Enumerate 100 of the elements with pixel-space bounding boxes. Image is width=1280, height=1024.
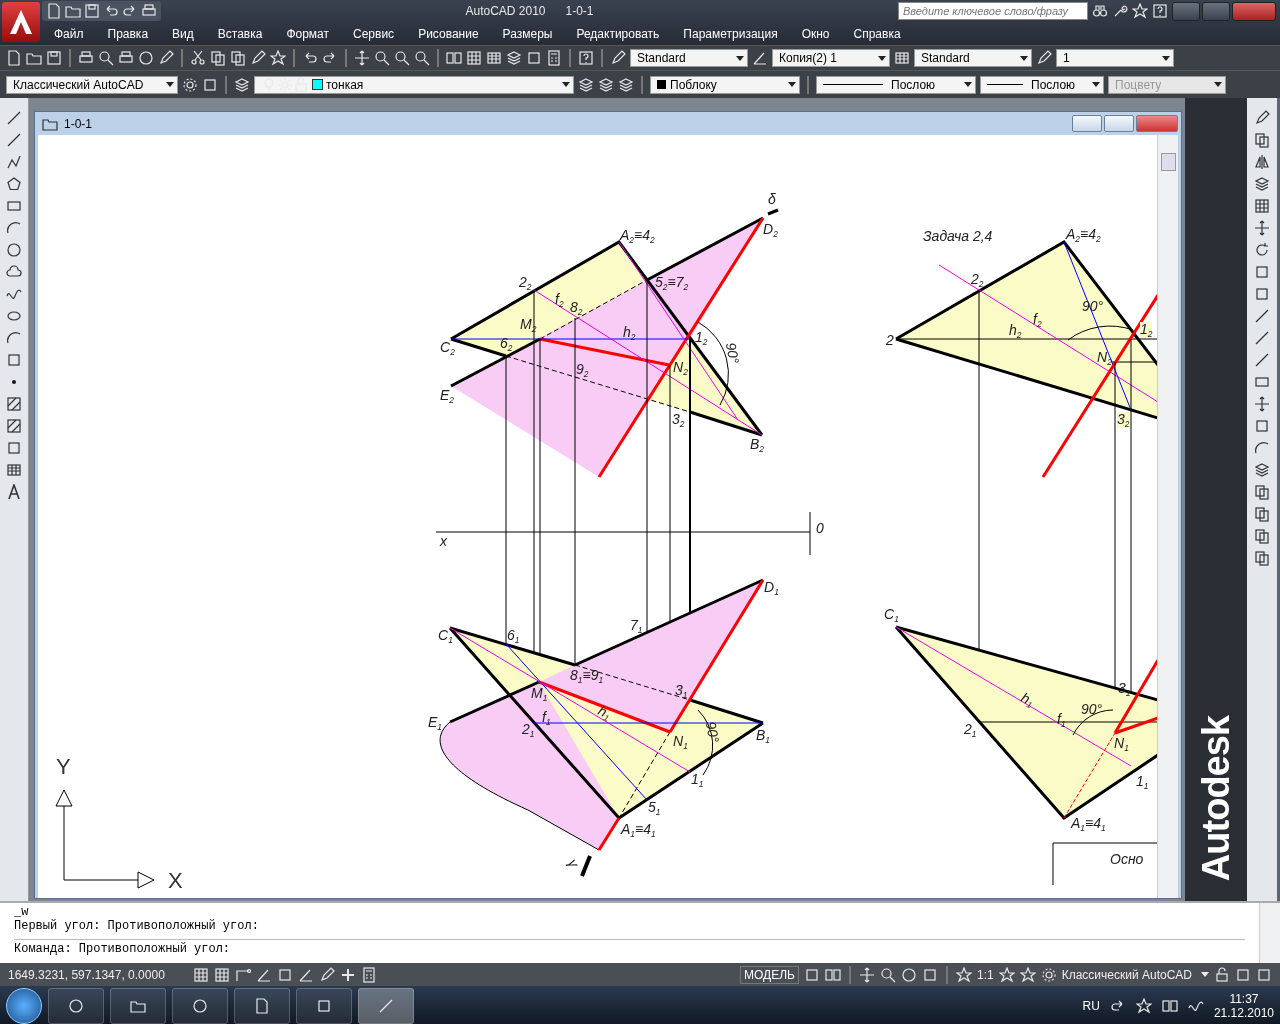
taskbar-button[interactable] [358, 987, 414, 1024]
help-icon[interactable] [578, 50, 594, 66]
zoom-icon[interactable] [880, 966, 896, 983]
layer-match-icon[interactable] [618, 76, 634, 93]
search-field[interactable]: Введите ключевое слово/фразу [898, 2, 1088, 20]
layers-icon[interactable] [1254, 176, 1270, 192]
sun-icon[interactable] [277, 76, 293, 93]
paste-icon[interactable] [230, 50, 246, 66]
menu-item[interactable]: Формат [274, 26, 342, 41]
square-icon[interactable] [6, 352, 22, 368]
zoom-window-icon[interactable] [394, 50, 410, 66]
rect-icon[interactable] [6, 198, 22, 214]
rotate-icon[interactable] [1254, 242, 1270, 258]
zoom-previous-icon[interactable] [414, 50, 430, 66]
gear-icon[interactable] [182, 76, 198, 93]
menu-item[interactable]: Параметризация [671, 26, 790, 41]
multileader-scale-combo[interactable]: 1 [1056, 49, 1174, 67]
edit-icon[interactable] [158, 50, 174, 66]
lineweight-combo[interactable]: Послою [980, 75, 1104, 94]
line-icon[interactable] [1254, 352, 1270, 368]
line-icon[interactable] [6, 110, 22, 126]
arc-icon[interactable] [1254, 440, 1270, 456]
pan-icon[interactable] [354, 50, 370, 66]
hatch-icon[interactable] [6, 396, 22, 412]
ortho-icon[interactable] [235, 966, 251, 983]
layer-combo[interactable]: тонкая [254, 75, 574, 94]
folder-icon[interactable] [26, 50, 42, 66]
layers-icon[interactable] [1254, 462, 1270, 478]
preview-icon[interactable] [98, 50, 114, 66]
table-icon[interactable] [6, 462, 22, 478]
menu-item[interactable]: Окно [789, 26, 842, 41]
clock[interactable]: 11:37 21.12.2010 [1213, 991, 1274, 1020]
minimize-button[interactable] [1072, 115, 1102, 132]
square-icon[interactable] [1254, 286, 1270, 302]
plot-icon[interactable] [118, 50, 134, 66]
table-style-combo[interactable]: Standard [914, 49, 1032, 67]
taskbar-button[interactable] [172, 987, 228, 1024]
grid-icon[interactable] [1254, 198, 1270, 214]
minimize-button[interactable] [1172, 1, 1200, 21]
workspace-combo[interactable]: Классический AutoCAD [6, 75, 178, 94]
start-button[interactable] [6, 987, 42, 1024]
model-space-button[interactable]: МОДЕЛЬ [740, 965, 799, 984]
bulb-icon[interactable] [261, 76, 277, 93]
menu-item[interactable]: Редактировать [564, 26, 672, 41]
help-icon[interactable] [1152, 3, 1168, 19]
restore-button[interactable] [1104, 115, 1134, 132]
hatch-icon[interactable] [6, 418, 22, 434]
square-icon[interactable] [1254, 264, 1270, 280]
taskbar-button[interactable] [48, 987, 104, 1024]
menu-item[interactable]: Сервис [341, 26, 407, 41]
menu-item[interactable]: Справка [841, 26, 913, 41]
snap-icon[interactable] [193, 966, 209, 983]
save-icon[interactable] [46, 50, 62, 66]
command-prompt[interactable]: Команда: Противоположный угол: [14, 939, 1245, 956]
pen-icon[interactable] [1254, 110, 1270, 126]
workspace-label[interactable]: Классический AutoCAD [1061, 967, 1192, 982]
annotation-scale[interactable]: 1:1 [977, 967, 994, 982]
document-icon[interactable] [254, 997, 270, 1014]
language-indicator[interactable]: RU [1082, 998, 1100, 1013]
zoom-icon[interactable] [374, 50, 390, 66]
menu-item[interactable]: Файл [42, 26, 96, 41]
app-logo-icon[interactable] [2, 2, 40, 42]
taskbar-button[interactable] [234, 987, 290, 1024]
print-icon[interactable] [141, 3, 157, 19]
new-file-icon[interactable] [6, 50, 22, 66]
cut-icon[interactable] [190, 50, 206, 66]
pentagon-icon[interactable] [6, 176, 22, 192]
arc-icon[interactable] [6, 330, 22, 346]
close-button[interactable] [1232, 1, 1276, 21]
lock-icon[interactable] [1214, 966, 1230, 983]
drawing-canvas[interactable] [38, 135, 1157, 898]
vertical-scrollbar[interactable] [1259, 903, 1280, 963]
layer-previous-icon[interactable] [598, 76, 614, 93]
restore-button[interactable] [1202, 1, 1230, 21]
copy-icon[interactable] [1254, 506, 1270, 522]
text-tool-icon[interactable] [6, 484, 22, 500]
arc-icon[interactable] [6, 220, 22, 236]
square-icon[interactable] [1254, 418, 1270, 434]
wrench-icon[interactable] [1112, 3, 1128, 19]
save-icon[interactable] [84, 3, 100, 19]
menu-item[interactable]: Рисование [406, 26, 491, 41]
copy-icon[interactable] [1254, 132, 1270, 148]
polyline-icon[interactable] [6, 154, 22, 170]
menu-item[interactable]: Размеры [490, 26, 565, 41]
taskbar-button[interactable] [110, 987, 166, 1024]
vertical-scrollbar[interactable] [1157, 135, 1178, 898]
copy-icon[interactable] [1254, 528, 1270, 544]
print-icon[interactable] [78, 50, 94, 66]
brush-icon[interactable] [250, 50, 266, 66]
move-icon[interactable] [1254, 220, 1270, 236]
ellipse-icon[interactable] [6, 308, 22, 324]
linetype-combo[interactable]: Послою [816, 75, 976, 94]
rect-icon[interactable] [1254, 374, 1270, 390]
new-file-icon[interactable] [46, 3, 62, 19]
lock-icon[interactable] [293, 76, 309, 93]
layer-state-icon[interactable] [578, 76, 594, 93]
menu-item[interactable]: Вставка [205, 26, 275, 41]
menu-item[interactable]: Вид [160, 26, 206, 41]
text-style-combo[interactable]: Standard [630, 49, 748, 67]
circle-icon[interactable] [6, 242, 22, 258]
